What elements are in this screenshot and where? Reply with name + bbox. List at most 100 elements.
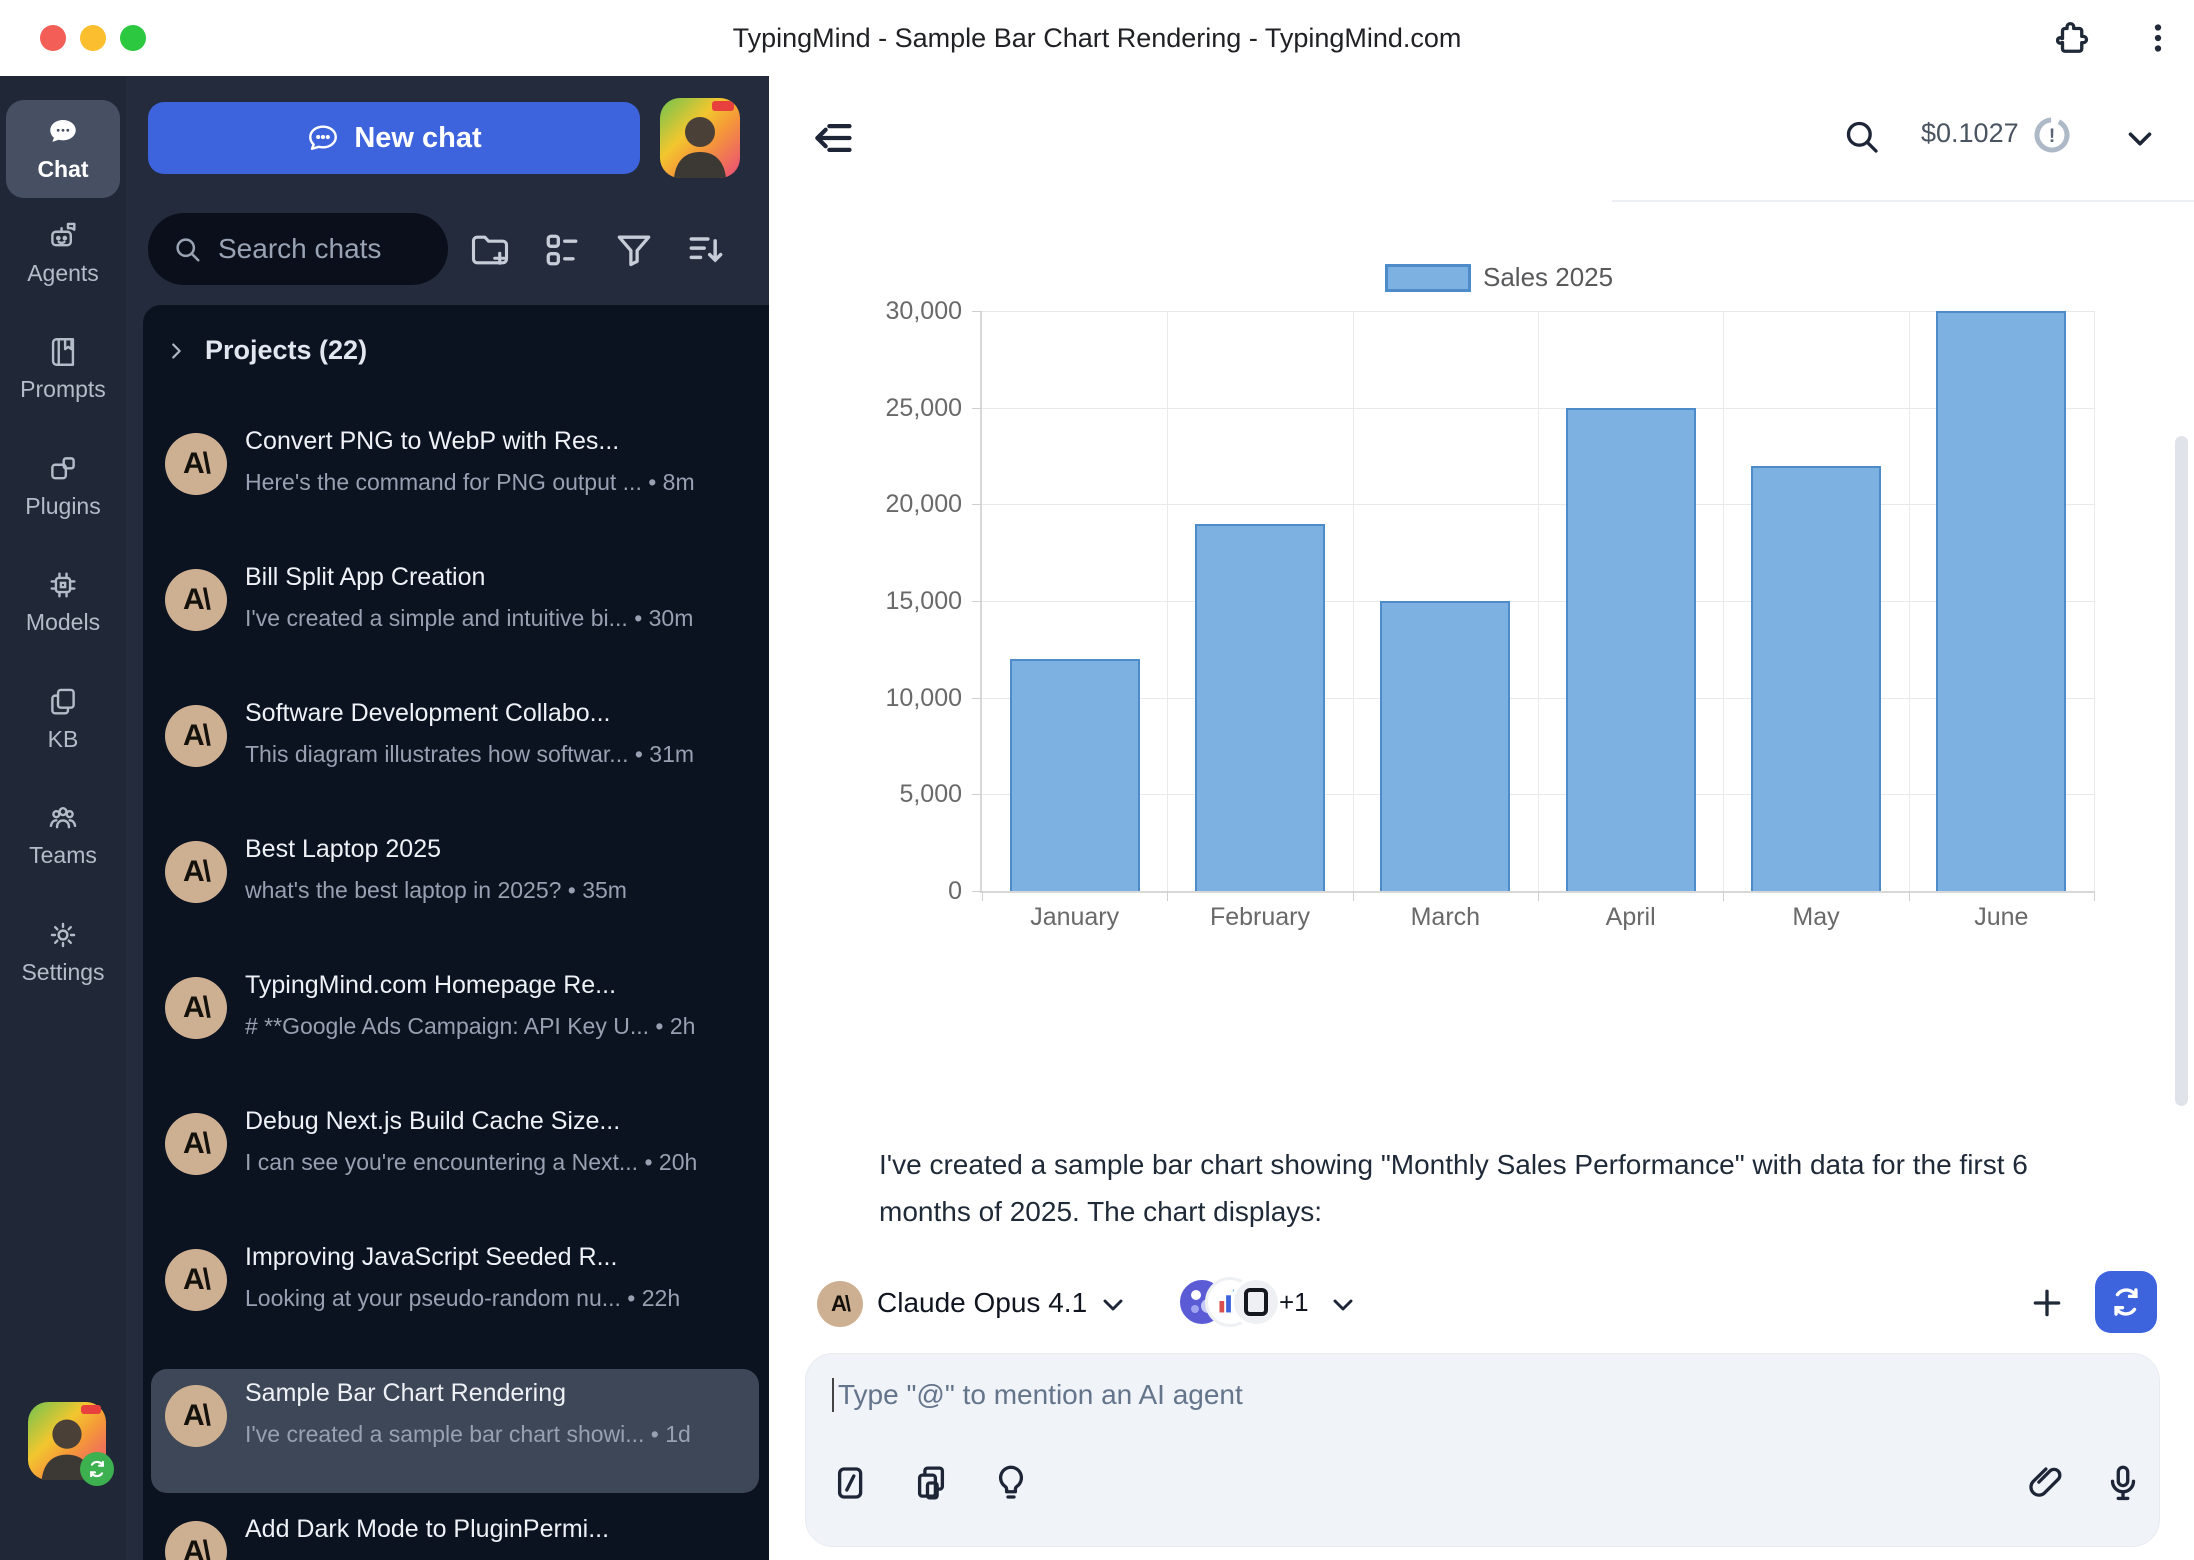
y-axis-label: 15,000: [802, 587, 962, 616]
legend-label[interactable]: Sales 2025: [1483, 262, 1613, 293]
anthropic-avatar: A\: [165, 1521, 227, 1560]
chat-preview: I've created a simple and intuitive bi..…: [245, 605, 751, 632]
prompts-icon: [46, 335, 80, 369]
chat-list-item[interactable]: A\ Add Dark Mode to PluginPermi...: [151, 1505, 759, 1560]
x-axis-tick: [1723, 891, 1724, 901]
collapse-sidebar-icon[interactable]: [811, 116, 855, 160]
sidebar-item-label: Plugins: [25, 493, 100, 520]
anthropic-avatar: A\: [165, 705, 227, 767]
filter-icon[interactable]: [612, 228, 656, 272]
model-chevron-down-icon[interactable]: [1097, 1289, 1129, 1321]
new-folder-icon[interactable]: [468, 228, 512, 272]
sidebar-item-teams[interactable]: Teams: [6, 779, 120, 891]
sidebar-item-agents[interactable]: Agents: [6, 197, 120, 309]
chat-title: Debug Next.js Build Cache Size...: [245, 1107, 751, 1136]
model-avatar: A\: [817, 1281, 863, 1327]
microphone-icon[interactable]: [2102, 1462, 2144, 1504]
y-axis-label: 5,000: [802, 780, 962, 809]
chat-list-item[interactable]: A\Best Laptop 2025what's the best laptop…: [151, 825, 759, 949]
workspace-avatar[interactable]: [660, 98, 740, 178]
cost-indicator[interactable]: $0.1027: [1921, 118, 2019, 149]
gridline: [1538, 311, 1539, 891]
message-input[interactable]: [832, 1378, 1740, 1412]
templates-copy-icon[interactable]: [910, 1462, 952, 1504]
user-avatar[interactable]: [28, 1402, 106, 1480]
search-chats-box[interactable]: [148, 213, 448, 285]
sidebar-item-label: KB: [48, 726, 79, 753]
sidebar-item-label: Agents: [27, 260, 99, 287]
usage-warning-icon[interactable]: !: [2031, 114, 2073, 156]
regenerate-button[interactable]: [2095, 1271, 2157, 1333]
anthropic-avatar: A\: [165, 569, 227, 631]
search-chats-input[interactable]: [216, 232, 440, 266]
bar-january[interactable]: [1010, 659, 1140, 891]
kb-icon: [46, 685, 80, 719]
bar-june[interactable]: [1936, 311, 2066, 891]
y-axis-tick: [972, 891, 982, 892]
models-icon: [46, 568, 80, 602]
chevron-right-icon: [165, 340, 187, 362]
x-axis-label: February: [1167, 903, 1353, 932]
y-axis-label: 0: [802, 877, 962, 906]
nav-rail: Chat Agents Prompts Plugins Models KB Teams Set…: [0, 76, 126, 1560]
chat-title: Sample Bar Chart Rendering: [245, 1379, 751, 1408]
extensions-puzzle-icon[interactable]: [2052, 18, 2094, 60]
sidebar-item-label: Teams: [29, 842, 97, 869]
sidebar: New chat: [126, 76, 769, 1560]
sidebar-item-chat[interactable]: Chat: [6, 100, 120, 198]
model-row: A\ Claude Opus 4.1 +1: [769, 1271, 2194, 1337]
chat-title: Convert PNG to WebP with Res...: [245, 427, 751, 456]
sidebar-item-plugins[interactable]: Plugins: [6, 430, 120, 542]
chat-preview: what's the best laptop in 2025? • 35m: [245, 877, 751, 904]
chat-list-item[interactable]: A\Sample Bar Chart RenderingI've created…: [151, 1369, 759, 1493]
projects-toggle[interactable]: Projects (22): [165, 335, 367, 366]
suggestions-lightbulb-icon[interactable]: [990, 1462, 1032, 1504]
new-chat-button[interactable]: New chat: [148, 102, 640, 174]
chat-list-item[interactable]: A\ Bill Split App Creation I've created a …: [151, 553, 759, 677]
chat-title: Bill Split App Creation: [245, 563, 751, 592]
chat-list-item[interactable]: A\Debug Next.js Build Cache Size...I can…: [151, 1097, 759, 1221]
x-axis-label: January: [982, 903, 1168, 932]
chat-preview: I've created a sample bar chart showi...…: [245, 1421, 751, 1448]
search-conversation-icon[interactable]: [1841, 116, 1881, 156]
y-axis-label: 25,000: [802, 394, 962, 423]
chat-list: Projects (22) A\Convert PNG to WebP with…: [143, 305, 769, 1560]
scrollbar-thumb[interactable]: [2175, 436, 2188, 1106]
bar-may[interactable]: [1751, 466, 1881, 891]
sidebar-item-settings[interactable]: Settings: [6, 896, 120, 1008]
chevron-down-icon[interactable]: [2121, 120, 2159, 158]
x-axis-label: May: [1723, 903, 1909, 932]
chat-title: Add Dark Mode to PluginPermi...: [245, 1515, 751, 1544]
x-axis-tick: [1538, 891, 1539, 901]
chat-preview: Here's the command for PNG output ... • …: [245, 469, 751, 496]
y-axis-tick: [972, 504, 982, 505]
bar-february[interactable]: [1195, 524, 1325, 891]
chat-list-item[interactable]: A\Software Development Collabo...This di…: [151, 689, 759, 813]
sidebar-item-models[interactable]: Models: [6, 546, 120, 658]
chat-list-item[interactable]: A\TypingMind.com Homepage Re...# **Googl…: [151, 961, 759, 1085]
add-attachment-plus-icon[interactable]: [2027, 1283, 2067, 1323]
bar-march[interactable]: [1380, 601, 1510, 891]
plugin-icon-3[interactable]: [1231, 1277, 1281, 1327]
chat-preview: This diagram illustrates how softwar... …: [245, 741, 751, 768]
chat-list-item[interactable]: A\Convert PNG to WebP with Res...Here's …: [151, 417, 759, 541]
sort-icon[interactable]: [684, 228, 728, 272]
attach-paperclip-icon[interactable]: [2024, 1462, 2066, 1504]
bar-april[interactable]: [1566, 408, 1696, 891]
plugins-more-count[interactable]: +1: [1279, 1287, 1309, 1318]
chat-list-item[interactable]: A\Improving JavaScript Seeded R...Lookin…: [151, 1233, 759, 1357]
sidebar-item-label: Models: [26, 609, 100, 636]
sidebar-item-prompts[interactable]: Prompts: [6, 313, 120, 425]
x-axis-tick: [1909, 891, 1910, 901]
y-axis-tick: [972, 311, 982, 312]
bulk-select-icon[interactable]: [540, 228, 584, 272]
search-icon: [172, 234, 202, 264]
browser-menu-kebab-icon[interactable]: [2140, 20, 2176, 56]
x-axis-label: March: [1352, 903, 1538, 932]
y-axis-tick: [972, 408, 982, 409]
model-selector[interactable]: Claude Opus 4.1: [877, 1287, 1087, 1319]
sidebar-item-kb[interactable]: KB: [6, 663, 120, 775]
legend-swatch[interactable]: [1385, 264, 1471, 292]
prompt-library-icon[interactable]: [830, 1462, 872, 1504]
plugins-chevron-down-icon[interactable]: [1327, 1289, 1359, 1321]
